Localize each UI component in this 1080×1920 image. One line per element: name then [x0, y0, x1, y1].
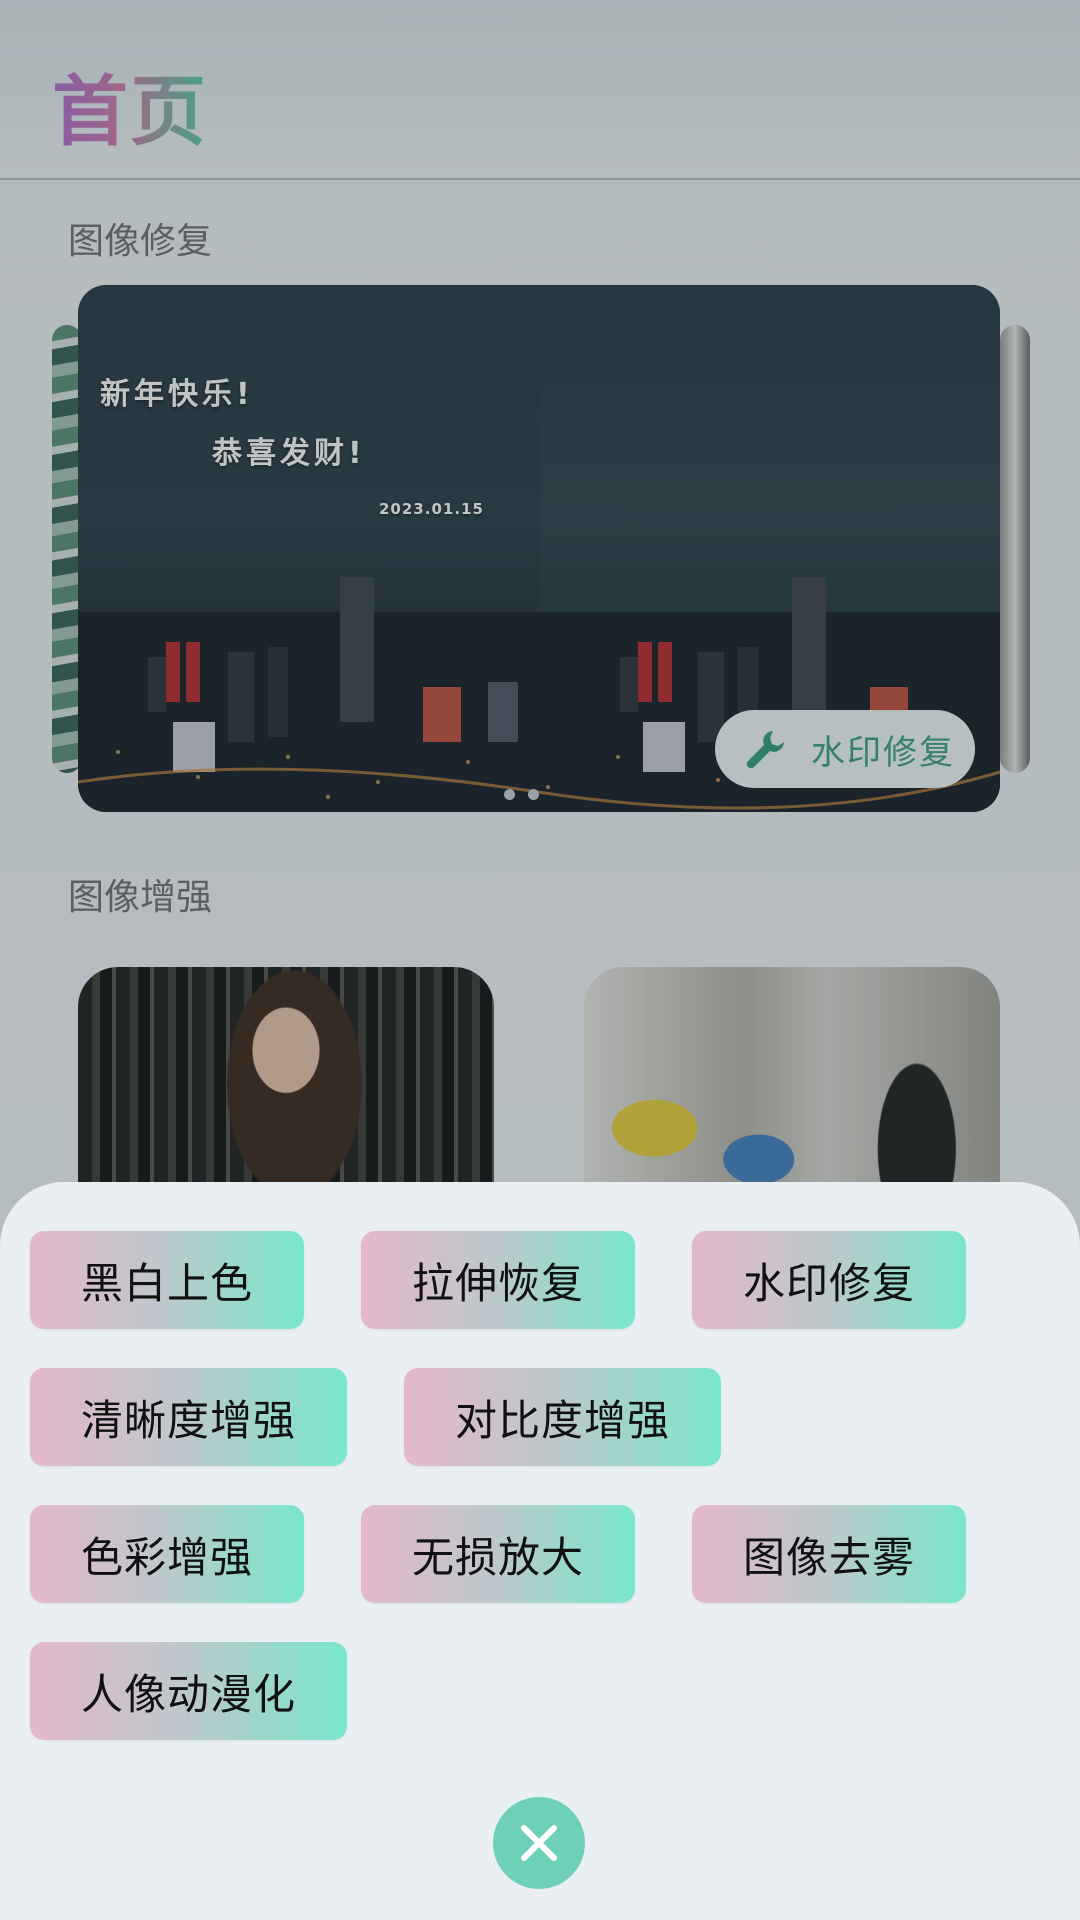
- tag-dehaze[interactable]: 图像去雾: [692, 1505, 966, 1603]
- tag-contrast-enhance[interactable]: 对比度增强: [404, 1368, 721, 1466]
- tag-portrait-anime[interactable]: 人像动漫化: [30, 1642, 347, 1740]
- tag-sharpness-enhance[interactable]: 清晰度增强: [30, 1368, 347, 1466]
- tag-color-enhance[interactable]: 色彩增强: [30, 1505, 304, 1603]
- tag-stretch-restore[interactable]: 拉伸恢复: [361, 1231, 635, 1329]
- close-button[interactable]: [493, 1797, 585, 1889]
- tag-colorize[interactable]: 黑白上色: [30, 1231, 304, 1329]
- tag-lossless-upscale[interactable]: 无损放大: [361, 1505, 635, 1603]
- close-icon: [521, 1825, 557, 1861]
- tag-watermark-repair[interactable]: 水印修复: [692, 1231, 966, 1329]
